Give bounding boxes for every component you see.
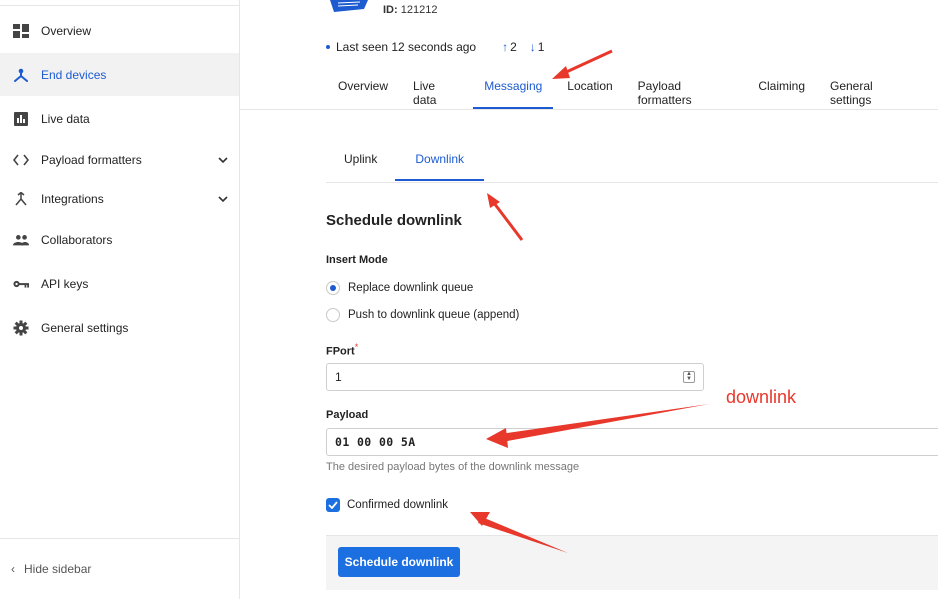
downlink-count: 1 (537, 40, 545, 54)
tab-overview[interactable]: Overview (338, 79, 388, 109)
schedule-downlink-button[interactable]: Schedule downlink (338, 547, 460, 577)
sidebar: Overview End devices Live data Payload f… (0, 0, 240, 599)
arrow-up-icon: ↑ (502, 40, 509, 54)
arrow-to-messaging-tab (552, 49, 613, 79)
form-title: Schedule downlink (326, 212, 462, 229)
code-icon (13, 152, 29, 168)
subtabs-divider (326, 182, 938, 183)
tabs-divider (240, 109, 938, 110)
radio-label: Replace downlink queue (348, 282, 474, 294)
subtab-downlink[interactable]: Downlink (395, 152, 484, 181)
sidebar-item-label: Overview (41, 24, 92, 38)
tab-messaging[interactable]: Messaging (473, 79, 554, 109)
sidebar-item-label: API keys (41, 277, 89, 291)
device-tabs: Overview Live data Messaging Location Pa… (338, 79, 938, 109)
end-devices-icon (13, 67, 29, 83)
sidebar-item-overview[interactable]: Overview (0, 11, 239, 51)
messaging-subtabs: Uplink Downlink (344, 152, 484, 181)
traffic-counts: ↑ 2 ↓ 1 (502, 40, 544, 54)
payload-input[interactable]: 01 00 00 5A (326, 428, 938, 456)
insert-mode-label: Insert Mode (326, 254, 388, 266)
uplink-count: 2 (510, 40, 517, 54)
fport-label-text: FPort (326, 345, 355, 358)
overview-icon (13, 23, 29, 39)
radio-button[interactable] (326, 308, 340, 322)
sidebar-item-payload-formatters[interactable]: Payload formatters (0, 140, 239, 180)
fport-input[interactable]: 1 ▲ ▼ (326, 363, 704, 391)
sidebar-item-label: Live data (41, 112, 90, 126)
payload-value: 01 00 00 5A (335, 435, 416, 449)
integrations-icon (13, 191, 29, 207)
tab-live-data[interactable]: Live data (413, 79, 459, 109)
sidebar-item-label: Integrations (41, 192, 104, 206)
device-id-label: ID: (383, 4, 398, 16)
collaborators-icon (13, 232, 29, 248)
hide-sidebar-button[interactable]: ‹ Hide sidebar (0, 538, 239, 599)
tab-payload-formatters[interactable]: Payload formatters (638, 79, 734, 109)
checkbox-checked-icon[interactable] (326, 498, 340, 512)
tab-claiming[interactable]: Claiming (758, 79, 805, 109)
fport-label: FPort* (326, 342, 358, 358)
chevron-down-icon[interactable] (217, 193, 229, 205)
device-id: ID: 121212 (383, 4, 437, 16)
sidebar-item-general-settings[interactable]: General settings (0, 308, 239, 348)
arrow-to-downlink-subtab (487, 193, 524, 241)
radio-label: Push to downlink queue (append) (348, 309, 520, 321)
sidebar-item-api-keys[interactable]: API keys (0, 264, 239, 304)
payload-label: Payload (326, 409, 369, 421)
device-id-value: 121212 (400, 4, 438, 16)
confirmed-downlink-checkbox[interactable]: Confirmed downlink (326, 498, 448, 512)
status-indicator (326, 45, 330, 49)
hide-sidebar-label: Hide sidebar (24, 562, 92, 576)
sidebar-item-label: Payload formatters (41, 153, 142, 167)
fport-value: 1 (335, 370, 342, 384)
checkbox-label: Confirmed downlink (347, 499, 448, 511)
sidebar-item-label: Collaborators (41, 233, 113, 247)
sidebar-item-live-data[interactable]: Live data (0, 99, 239, 139)
last-seen-text: Last seen 12 seconds ago (336, 40, 477, 54)
chevron-down-icon[interactable] (217, 154, 229, 166)
subtab-uplink[interactable]: Uplink (344, 152, 377, 166)
sidebar-item-end-devices[interactable]: End devices (0, 53, 239, 96)
sidebar-item-label: End devices (41, 67, 107, 82)
sidebar-item-integrations[interactable]: Integrations (0, 179, 239, 219)
sidebar-item-collaborators[interactable]: Collaborators (0, 220, 239, 260)
sidebar-item-label: General settings (41, 321, 129, 335)
device-status: Last seen 12 seconds ago ↑ 2 ↓ 1 (326, 40, 544, 54)
gear-icon (13, 320, 29, 336)
live-data-icon (13, 111, 29, 127)
radio-button[interactable] (326, 281, 340, 295)
radio-replace-queue[interactable]: Replace downlink queue (326, 281, 473, 295)
payload-hint: The desired payload bytes of the downlin… (326, 461, 580, 473)
chevron-left-icon: ‹ (11, 562, 15, 576)
sidebar-divider (0, 5, 240, 6)
key-icon (13, 276, 29, 292)
tab-general-settings[interactable]: General settings (830, 79, 913, 109)
annotation-label: downlink (726, 387, 797, 407)
device-icon (330, 0, 368, 12)
tab-location[interactable]: Location (567, 79, 612, 109)
required-mark: * (354, 342, 359, 352)
number-stepper-icon[interactable]: ▲ ▼ (683, 371, 695, 383)
radio-push-queue[interactable]: Push to downlink queue (append) (326, 308, 519, 322)
arrow-down-icon: ↓ (529, 40, 536, 54)
